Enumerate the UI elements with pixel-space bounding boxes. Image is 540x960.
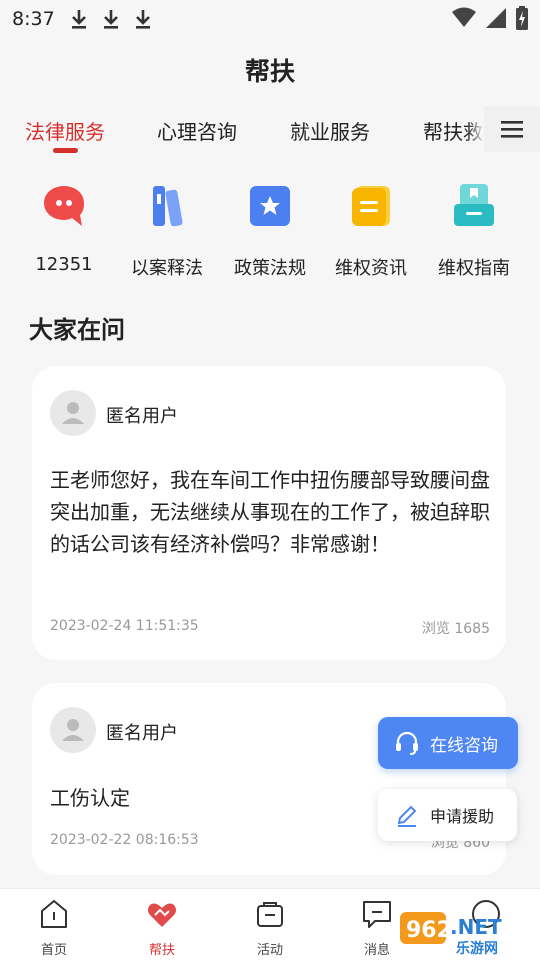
tab-legal-services[interactable]: 法律服务 bbox=[25, 116, 105, 145]
apply-aid-label: 申请援助 bbox=[430, 807, 495, 826]
quick-action-policies[interactable]: 政策法规 bbox=[216, 180, 324, 280]
news-icon bbox=[352, 186, 390, 226]
quick-action-news[interactable]: 维权资讯 bbox=[317, 180, 425, 280]
star-document-icon bbox=[250, 186, 290, 226]
message-icon bbox=[363, 901, 391, 928]
tab-psychology[interactable]: 心理咨询 bbox=[157, 116, 237, 145]
svg-text:.NET: .NET bbox=[450, 915, 502, 939]
books-icon bbox=[153, 186, 183, 227]
page-title: 帮扶 bbox=[244, 57, 295, 86]
user-avatar-icon bbox=[62, 719, 84, 741]
quick-action-12351[interactable]: 12351 bbox=[10, 180, 118, 275]
avatar bbox=[50, 390, 96, 436]
home-icon bbox=[41, 900, 67, 928]
nav-item-activity[interactable]: 活动 bbox=[230, 897, 310, 958]
question-date: 2023-02-24 11:51:35 bbox=[50, 618, 199, 634]
active-tab-indicator bbox=[53, 148, 78, 153]
quick-action-label: 政策法规 bbox=[234, 258, 306, 279]
menu-button[interactable] bbox=[484, 106, 540, 152]
category-tabs: 法律服务 心理咨询 就业服务 帮扶救 bbox=[0, 108, 540, 156]
username: 匿名用户 bbox=[106, 723, 178, 744]
guide-box-icon bbox=[454, 184, 494, 226]
quick-action-cases[interactable]: 以案释法 bbox=[113, 180, 221, 280]
svg-text:962: 962 bbox=[406, 918, 452, 943]
hamburger-icon bbox=[501, 121, 523, 138]
question-text: 王老师您好，我在车间工作中扭伤腰部导致腰间盘突出加重，无法继续从事现在的工作了，… bbox=[50, 468, 490, 556]
svg-text:乐游网: 乐游网 bbox=[456, 940, 498, 956]
username: 匿名用户 bbox=[106, 406, 178, 427]
quick-action-label: 以案释法 bbox=[131, 258, 203, 279]
online-consult-button[interactable]: 在线咨询 bbox=[378, 717, 518, 769]
quick-action-guide[interactable]: 维权指南 bbox=[420, 180, 528, 280]
section-title: 大家在问 bbox=[29, 316, 125, 344]
download-icon bbox=[71, 10, 86, 29]
question-card[interactable]: 匿名用户 工伤认定 2023-02-22 08:16:53 浏览 860 bbox=[32, 683, 506, 875]
nav-item-home[interactable]: 首页 bbox=[14, 897, 94, 958]
status-time: 8:37 bbox=[12, 8, 55, 30]
headset-icon bbox=[396, 731, 418, 755]
quick-actions: 12351 以案释法 政策法规 维权资讯 维权指南 bbox=[0, 180, 540, 280]
pen-icon bbox=[397, 805, 417, 827]
avatar bbox=[50, 707, 96, 753]
apply-aid-button[interactable]: 申请援助 bbox=[378, 789, 517, 841]
status-bar: 8:37 bbox=[0, 0, 540, 38]
question-date: 2023-02-22 08:16:53 bbox=[50, 832, 199, 848]
tab-assistance[interactable]: 帮扶救 bbox=[423, 116, 483, 145]
online-consult-label: 在线咨询 bbox=[430, 735, 498, 756]
download-icon bbox=[103, 10, 118, 29]
user-avatar-icon bbox=[62, 402, 84, 424]
tab-employment[interactable]: 就业服务 bbox=[290, 116, 370, 145]
wifi-icon bbox=[452, 7, 476, 27]
battery-icon bbox=[516, 6, 528, 30]
signal-icon bbox=[486, 8, 506, 28]
activity-bag-icon bbox=[257, 902, 283, 927]
quick-action-label: 维权资讯 bbox=[335, 258, 407, 279]
nav-label: 活动 bbox=[256, 943, 283, 958]
nav-label: 帮扶 bbox=[148, 943, 175, 958]
quick-action-label: 维权指南 bbox=[438, 258, 510, 279]
quick-action-label: 12351 bbox=[35, 254, 93, 275]
view-count: 浏览 1685 bbox=[421, 621, 490, 637]
nav-item-assist[interactable]: 帮扶 bbox=[122, 897, 202, 958]
chat-bubble-icon bbox=[44, 186, 84, 226]
download-icon bbox=[135, 10, 150, 29]
heart-hands-icon bbox=[148, 903, 176, 927]
question-card[interactable]: 匿名用户 王老师您好，我在车间工作中扭伤腰部导致腰间盘突出加重，无法继续从事现在… bbox=[32, 366, 506, 660]
nav-label: 首页 bbox=[40, 943, 67, 958]
watermark-logo: 962 .NET 乐游网 bbox=[400, 912, 502, 956]
